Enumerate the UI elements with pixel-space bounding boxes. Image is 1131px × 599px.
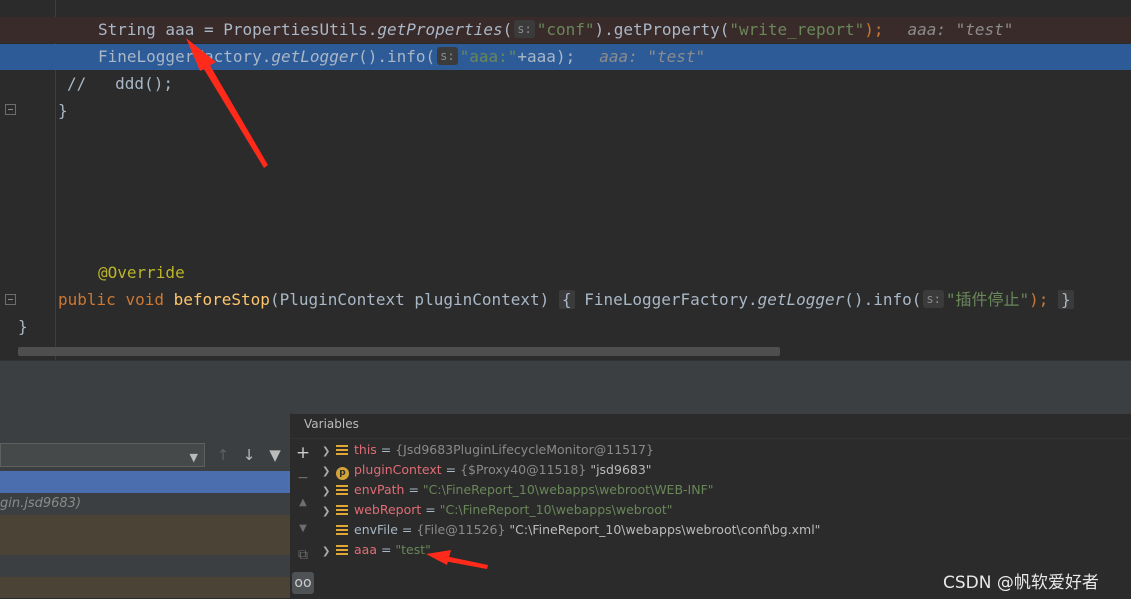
variable-type: {File@11526} [416, 522, 506, 537]
variable-value: "C:\FineReport_10\webapps\webroot" [439, 502, 673, 517]
variable-row-envpath[interactable]: ❯ envPath = "C:\FineReport_10\webapps\web… [322, 480, 714, 500]
variable-row-plugincontext[interactable]: ❯ p pluginContext = {$Proxy40@11518} "jsd9… [322, 460, 652, 480]
variable-name: envFile [354, 522, 398, 537]
variable-name: pluginContext [354, 462, 442, 477]
equals-sign: = [376, 442, 396, 457]
variable-value: "jsd9683" [586, 462, 652, 477]
glasses-icon[interactable]: oo [292, 572, 314, 594]
filter-icon[interactable]: ▼ [265, 445, 285, 465]
code-text: FineLoggerFactory. [98, 47, 272, 66]
code-brace: } [1058, 290, 1074, 309]
code-line-1[interactable]: String aaa = PropertiesUtils.getProperti… [0, 17, 1131, 43]
frame-row-selected[interactable] [0, 471, 290, 493]
variable-name: aaa [354, 542, 377, 557]
code-keyword: public [58, 290, 116, 309]
variable-name: envPath [354, 482, 405, 497]
code-string: "write_report" [729, 20, 865, 39]
code-comment: // ddd(); [67, 74, 173, 93]
param-hint: s: [437, 47, 458, 65]
duplicate-icon[interactable]: ⧉ [292, 544, 314, 566]
code-line-7[interactable]: } [0, 314, 1131, 340]
code-string: "aaa:" [459, 47, 518, 66]
code-method: getLogger [271, 47, 359, 66]
frame-label: gin.jsd9683) [0, 496, 82, 511]
code-brace: } [58, 101, 68, 120]
variable-name: this [354, 442, 377, 457]
variable-name: webReport [354, 502, 422, 517]
code-text: ); [1029, 290, 1049, 309]
code-method: getProperties [377, 20, 503, 39]
parameter-icon: p [336, 467, 349, 480]
code-brace: { [558, 290, 575, 309]
code-text: ).getProperty( [594, 20, 730, 39]
arrow-down-icon[interactable]: ↓ [239, 445, 259, 465]
code-line-2-execution[interactable]: FineLoggerFactory.getLogger().info(s: "aa… [0, 44, 1131, 70]
code-method: getLogger [757, 290, 845, 309]
variable-row-aaa[interactable]: ❯ aaa = "test" [322, 540, 431, 560]
arrow-up-icon[interactable]: ↑ [213, 445, 233, 465]
code-line-method[interactable]: public void beforeStop(PluginContext plu… [0, 287, 1131, 313]
code-text: String aaa = PropertiesUtils. [98, 20, 378, 39]
field-icon [336, 545, 348, 555]
chevron-right-icon[interactable]: ❯ [322, 442, 336, 462]
code-method-name: beforeStop [173, 290, 270, 309]
code-annotation: @Override [98, 263, 185, 282]
thread-select[interactable]: ▼ [0, 443, 205, 467]
variable-value: "test" [395, 542, 431, 557]
code-brace: } [18, 317, 28, 336]
equals-sign: = [376, 542, 396, 557]
variable-type: {Jsd9683PluginLifecycleMonitor@11517} [395, 442, 654, 457]
watermark: CSDN @帆软爱好者 [943, 573, 1099, 593]
code-line-annotation[interactable]: @Override [0, 260, 1131, 286]
field-icon [336, 485, 348, 495]
code-line-3[interactable]: // ddd(); [0, 71, 1131, 97]
variables-title: Variables [304, 417, 359, 431]
move-up-icon[interactable]: ▲ [292, 492, 314, 514]
chevron-down-icon: ▼ [189, 451, 198, 464]
code-line-4[interactable]: } [0, 98, 1131, 124]
inline-debug-value: aaa: "test" [599, 47, 706, 66]
frame-row[interactable] [0, 515, 290, 555]
variable-value: "C:\FineReport_10\webapps\webroot\conf\b… [505, 522, 821, 537]
variable-value: "C:\FineReport_10\webapps\webroot\WEB-IN… [422, 482, 714, 497]
frame-row[interactable] [0, 577, 290, 598]
add-watch-icon[interactable]: + [292, 442, 314, 464]
horizontal-scrollbar[interactable] [18, 347, 780, 356]
code-text: (PluginContext pluginContext) [269, 290, 559, 309]
remove-watch-icon[interactable]: − [292, 467, 314, 489]
code-text: +aaa); [517, 47, 576, 66]
variable-type: {$Proxy40@11518} [460, 462, 587, 477]
code-text: ( [502, 20, 513, 39]
code-keyword: void [125, 290, 164, 309]
equals-sign: = [397, 522, 417, 537]
code-string: "conf" [536, 20, 595, 39]
variable-row-this[interactable]: ❯ this = {Jsd9683PluginLifecycleMonitor@1… [322, 440, 654, 460]
code-text: ().info( [844, 290, 922, 309]
code-text: FineLoggerFactory. [574, 290, 758, 309]
field-icon [336, 505, 348, 515]
equals-sign: = [421, 502, 440, 517]
equals-sign: = [441, 462, 461, 477]
chevron-right-icon[interactable]: ❯ [322, 462, 336, 482]
field-icon [336, 525, 348, 535]
field-icon [336, 445, 348, 455]
frame-row[interactable]: gin.jsd9683) [0, 493, 290, 515]
equals-sign: = [404, 482, 423, 497]
chevron-right-icon[interactable]: ❯ [322, 502, 336, 522]
move-down-icon[interactable]: ▼ [292, 518, 314, 540]
variable-row-envfile[interactable]: ❯envFile = {File@11526} "C:\FineReport_1… [322, 520, 820, 540]
code-text: ().info( [358, 47, 436, 66]
param-hint: s: [514, 20, 535, 38]
code-string: "插件停止" [945, 290, 1030, 309]
chevron-right-icon[interactable]: ❯ [322, 482, 336, 502]
chevron-right-icon[interactable]: ❯ [322, 542, 336, 562]
inline-debug-value: aaa: "test" [907, 20, 1014, 39]
panel-divider [0, 360, 1131, 414]
code-text: ); [864, 20, 884, 39]
param-hint: s: [923, 290, 944, 308]
code-editor[interactable]: String aaa = PropertiesUtils.getProperti… [0, 0, 1131, 360]
variable-row-webreport[interactable]: ❯ webReport = "C:\FineReport_10\webapps\w… [322, 500, 673, 520]
